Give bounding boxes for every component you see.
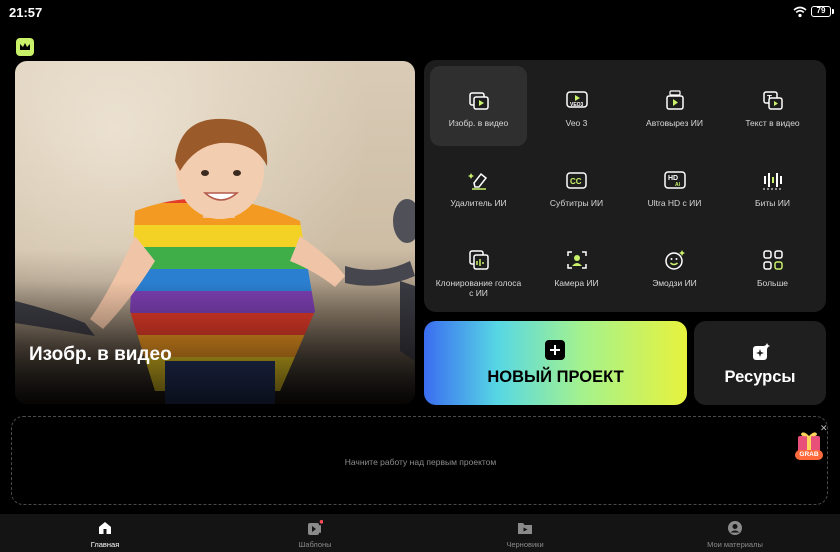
tool-label: Биты ИИ (755, 198, 790, 208)
battery-level: 79 (816, 6, 826, 15)
camera-icon (565, 248, 589, 272)
svg-text:CC: CC (570, 177, 582, 186)
battery-icon: 79 (811, 6, 834, 17)
tool-label: Субтитры ИИ (549, 198, 604, 208)
hero-shade (15, 281, 415, 404)
nav-my-materials[interactable]: Мои материалы (630, 514, 840, 552)
plus-icon (545, 340, 565, 360)
auto-cut-icon (663, 88, 687, 112)
drafts-icon (518, 523, 532, 534)
beats-icon (761, 168, 785, 192)
svg-text:AI: AI (675, 182, 681, 188)
tool-label: Камера ИИ (554, 278, 599, 288)
veo3-icon: VEO3 (565, 88, 589, 112)
nav-label: Черновики (506, 540, 544, 549)
status-time: 21:57 (9, 5, 43, 20)
eraser-icon (467, 168, 491, 192)
voice-clone-icon (467, 248, 491, 272)
crown-icon (20, 43, 30, 50)
tool-label: Veo 3 (565, 118, 588, 128)
tool-ai-remover[interactable]: Удалитель ИИ (430, 146, 527, 226)
tool-label: Эмодзи ИИ (652, 278, 697, 288)
nav-templates[interactable]: Шаблоны (210, 514, 420, 552)
tool-label: Автовырез ИИ (646, 118, 703, 128)
bottom-navigation: Главная Шаблоны Черновики Мои материалы (0, 514, 840, 552)
tool-label: Удалитель ИИ (450, 198, 507, 208)
image-to-video-icon (467, 88, 491, 112)
nav-label: Шаблоны (298, 540, 332, 549)
resources-button[interactable]: Ресурсы (694, 321, 826, 405)
grab-badge-label: GRAB (799, 451, 819, 458)
emoji-icon (663, 248, 687, 272)
templates-icon (308, 520, 323, 535)
empty-state-text: Начните работу над первым проектом (344, 457, 497, 467)
tool-ai-beats[interactable]: Биты ИИ (724, 146, 821, 226)
tool-text-to-video[interactable]: T Текст в видео (724, 66, 821, 146)
tool-label: Больше (756, 278, 789, 288)
nav-drafts[interactable]: Черновики (420, 514, 630, 552)
nav-label: Мои материалы (707, 540, 763, 549)
nav-label: Главная (90, 540, 120, 549)
tool-more[interactable]: Больше (724, 226, 821, 306)
tool-ai-emoji[interactable]: Эмодзи ИИ (626, 226, 723, 306)
hd-icon: HD AI (663, 168, 687, 192)
tool-auto-cut[interactable]: Автовырез ИИ (626, 66, 723, 146)
tool-label: Изобр. в видео (448, 118, 509, 128)
svg-text:HD: HD (668, 175, 678, 182)
grid-icon (761, 248, 785, 272)
tool-ai-camera[interactable]: Камера ИИ (528, 226, 625, 306)
grab-gift-promo[interactable]: GRAB (793, 430, 827, 462)
wifi-icon (793, 6, 807, 18)
projects-empty-state: Начните работу над первым проектом (11, 416, 828, 505)
hero-banner[interactable]: Изобр. в видео (15, 61, 415, 404)
status-bar: 21:57 79 (0, 0, 840, 26)
tool-label: Ultra HD с ИИ (647, 198, 702, 208)
home-icon (99, 522, 111, 534)
new-project-label: НОВЫЙ ПРОЕКТ (487, 368, 624, 386)
ai-tools-panel: Изобр. в видео VEO3 Veo 3 Автовырез ИИ T… (424, 60, 826, 312)
tool-image-to-video[interactable]: Изобр. в видео (430, 66, 527, 146)
tool-ultra-hd[interactable]: HD AI Ultra HD с ИИ (626, 146, 723, 226)
nav-home[interactable]: Главная (0, 514, 210, 552)
resources-label: Ресурсы (724, 368, 796, 386)
tool-label: Текст в видео (745, 118, 800, 128)
tool-ai-captions[interactable]: CC Субтитры ИИ (528, 146, 625, 226)
premium-crown-button[interactable] (16, 38, 34, 56)
svg-text:VEO3: VEO3 (570, 102, 584, 108)
profile-icon (728, 521, 742, 535)
captions-icon: CC (565, 168, 589, 192)
hero-title: Изобр. в видео (29, 344, 172, 365)
resources-icon (753, 343, 770, 360)
tool-label: Клонирование голоса с ИИ (435, 278, 522, 298)
tool-voice-clone[interactable]: Клонирование голоса с ИИ (430, 226, 527, 306)
text-to-video-icon: T (761, 88, 785, 112)
tool-veo3[interactable]: VEO3 Veo 3 (528, 66, 625, 146)
new-project-button[interactable]: НОВЫЙ ПРОЕКТ (424, 321, 687, 405)
